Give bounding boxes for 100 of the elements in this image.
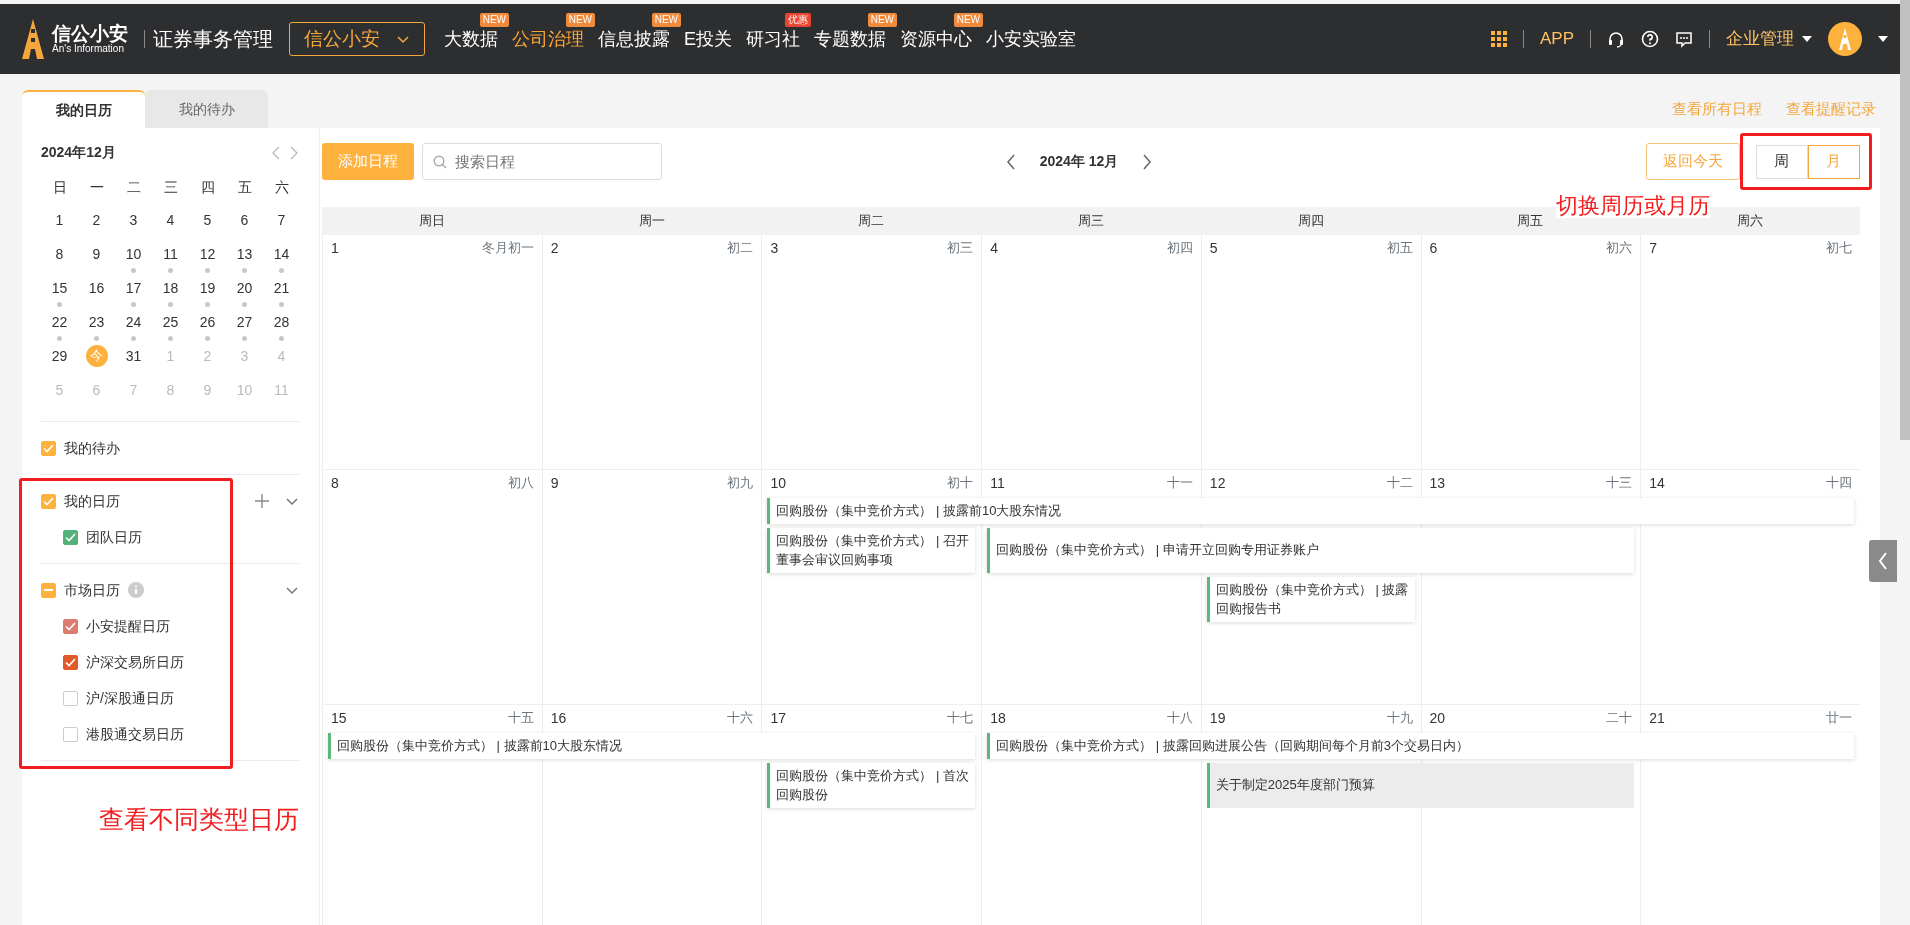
lunar-date: 初二 (727, 239, 754, 257)
date-cell[interactable]: 20 (229, 273, 260, 303)
calendar-event[interactable]: 回购股份（集中竞价方式） | 披露前10大股东情况 (767, 498, 1854, 524)
day-cell[interactable]: 5 初五 (1200, 235, 1421, 470)
lunar-date: 十五 (507, 709, 534, 727)
checkbox[interactable] (63, 690, 78, 706)
date-cell[interactable]: 12 (192, 239, 223, 269)
search-field[interactable]: 搜索日程 (422, 143, 662, 180)
date-cell[interactable]: 6 (229, 205, 260, 235)
date-cell[interactable]: 2 (81, 205, 112, 235)
nav-link[interactable]: 公司治理 (509, 28, 587, 49)
date-cell[interactable]: 31 (118, 341, 149, 371)
date-cell[interactable]: 28 (266, 307, 297, 337)
view-toggle-button[interactable]: 周 (1756, 144, 1808, 179)
date-cell[interactable]: 1 (44, 205, 75, 235)
day-cell[interactable]: 3 初三 (761, 235, 982, 470)
checkbox[interactable] (63, 726, 78, 742)
calendar-event[interactable]: 回购股份（集中竞价方式） | 披露回购报告书 (1206, 576, 1415, 622)
calendar-event[interactable]: 回购股份（集中竞价方式） | 披露回购进展公告（回购期间每个月前3个交易日内） (987, 733, 1854, 759)
date-cell[interactable]: 7 (266, 205, 297, 235)
chevron-right-icon[interactable] (1142, 153, 1153, 170)
logo-icon (22, 19, 44, 59)
calendar-event[interactable]: 回购股份（集中竞价方式） | 申请开立回购专用证券账户 (987, 527, 1635, 573)
checkbox[interactable] (63, 618, 78, 634)
date-cell[interactable]: 21 (266, 273, 297, 303)
date-cell[interactable]: 10 (118, 239, 149, 269)
nav-link[interactable]: 专题数据 (811, 28, 889, 49)
date-cell[interactable]: 26 (192, 307, 223, 337)
nav-link[interactable]: 信息披露 (595, 28, 673, 49)
lunar-date: 初九 (727, 474, 754, 492)
date-number: 4 (990, 239, 998, 258)
caret-down-icon[interactable] (1878, 36, 1888, 42)
date-cell[interactable]: 16 (81, 273, 112, 303)
date-cell[interactable]: 27 (229, 307, 260, 337)
chevron-down-icon[interactable] (285, 495, 299, 507)
annotation-text: 查看不同类型日历 (98, 804, 299, 835)
date-cell[interactable]: 4 (155, 205, 186, 235)
date-number: 17 (770, 709, 786, 728)
checkbox[interactable] (63, 529, 78, 545)
date-cell[interactable]: 11 (155, 239, 186, 269)
nav-link[interactable]: 大数据 (441, 28, 501, 49)
app-link[interactable]: APP (1539, 26, 1574, 52)
calendar-event[interactable]: 回购股份（集中竞价方式） | 披露前10大股东情况 (328, 733, 976, 759)
date-cell[interactable]: 19 (192, 273, 223, 303)
avatar-icon[interactable] (1828, 22, 1862, 56)
day-cell[interactable]: 9 初九 (541, 470, 762, 705)
message-icon[interactable] (1675, 30, 1693, 48)
calendar-event[interactable]: 回购股份（集中竞价方式） | 召开董事会审议回购事项 (767, 527, 976, 573)
date-cell[interactable]: 5 (192, 205, 223, 235)
date-cell[interactable]: 14 (266, 239, 297, 269)
scrollbar[interactable] (1900, 0, 1910, 440)
nav-link[interactable]: 研习社 (743, 28, 803, 49)
date-cell[interactable]: 17 (118, 273, 149, 303)
lunar-date: 十八 (1166, 709, 1193, 727)
collapse-handle[interactable] (1869, 540, 1897, 582)
help-icon[interactable] (1641, 30, 1659, 48)
weekday-label: 六 (273, 178, 290, 197)
headset-icon[interactable] (1607, 30, 1625, 48)
calendar-event[interactable]: 回购股份（集中竞价方式） | 首次回购股份 (767, 762, 976, 808)
date-cell[interactable]: 25 (155, 307, 186, 337)
nav-badge: NEW (867, 12, 897, 27)
apps-grid-icon[interactable] (1490, 31, 1507, 47)
info-icon[interactable] (128, 582, 144, 598)
date-cell[interactable]: 9 (81, 239, 112, 269)
nav-link[interactable]: 资源中心 (897, 28, 975, 49)
lunar-date: 初六 (1606, 239, 1633, 257)
nav-link[interactable]: 小安实验室 (983, 28, 1079, 49)
day-cell[interactable]: 7 初七 (1640, 235, 1860, 470)
date-cell[interactable]: 24 (118, 307, 149, 337)
dash-icon (44, 589, 53, 591)
date-cell[interactable]: 18 (155, 273, 186, 303)
day-cell[interactable]: 2 初二 (541, 235, 762, 470)
chevron-left-icon[interactable] (1005, 153, 1016, 170)
day-cell[interactable]: 6 初六 (1420, 235, 1641, 470)
nav-link[interactable]: E投关 (681, 28, 735, 49)
date-cell[interactable]: 13 (229, 239, 260, 269)
sidebar-tab[interactable]: 我的日历 (22, 90, 145, 128)
checkbox[interactable] (41, 440, 56, 456)
date-cell[interactable]: 29 (44, 341, 75, 371)
product-switch-dropdown[interactable]: 信公小安 (289, 21, 425, 57)
date-cell[interactable]: 22 (44, 307, 75, 337)
nav-badge: NEW (479, 12, 509, 27)
date-number: 14 (1649, 474, 1665, 493)
account-menu[interactable]: 企业管理 (1726, 26, 1812, 52)
sidebar-tab[interactable]: 我的待办 (145, 90, 268, 128)
date-cell[interactable]: 3 (118, 205, 149, 235)
day-cell[interactable]: 8 初八 (322, 470, 542, 705)
chevron-down-icon[interactable] (285, 584, 299, 596)
plus-icon[interactable] (255, 494, 269, 508)
day-cell[interactable]: 1 冬月初一 (322, 235, 542, 470)
calendar-event[interactable]: 关于制定2025年度部门预算 (1206, 762, 1635, 808)
checkbox[interactable] (41, 582, 56, 598)
weekday-header: 周三 (1077, 212, 1105, 230)
checkbox[interactable] (63, 654, 78, 670)
date-cell[interactable]: 23 (81, 307, 112, 337)
date-number: 11 (990, 474, 1005, 493)
date-cell[interactable]: 8 (44, 239, 75, 269)
date-cell[interactable]: 15 (44, 273, 75, 303)
checkbox[interactable] (41, 493, 56, 509)
day-cell[interactable]: 4 初四 (981, 235, 1201, 470)
